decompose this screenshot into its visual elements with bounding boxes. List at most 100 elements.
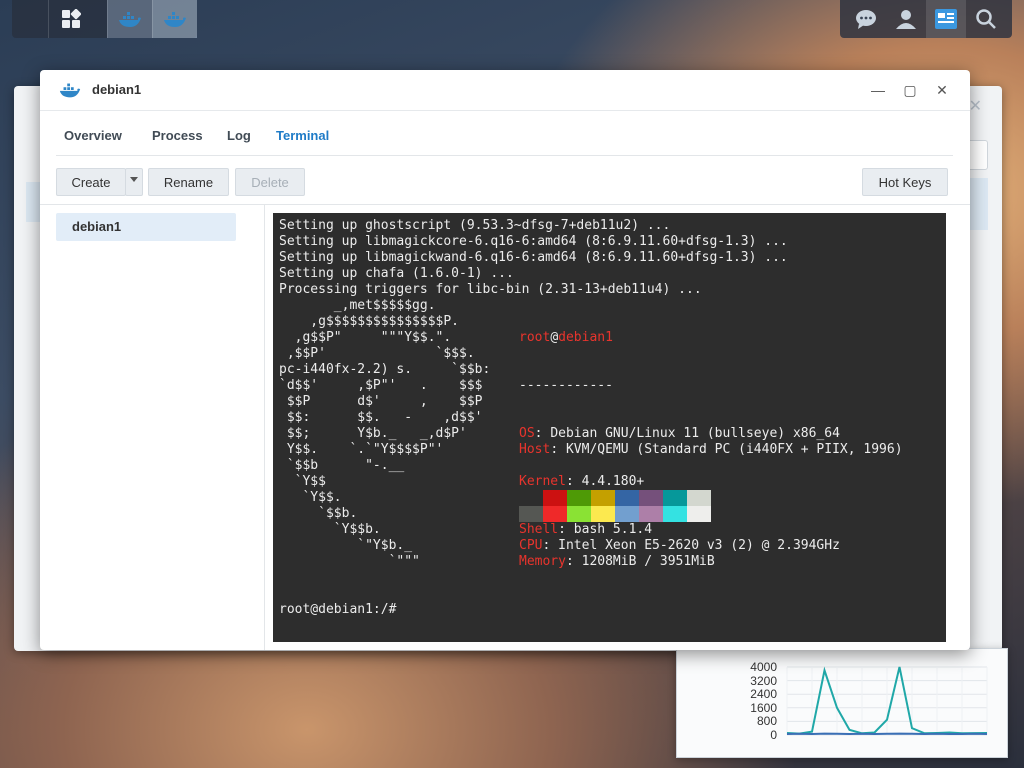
- tab-log[interactable]: Log: [227, 128, 251, 143]
- terminal-toolbar: Create Rename Delete Hot Keys: [56, 168, 949, 196]
- logo-line: `$$b "-.__: [279, 458, 405, 473]
- palette-swatch: [663, 506, 687, 522]
- hot-keys-button[interactable]: Hot Keys: [862, 168, 948, 196]
- info-value: Debian GNU/Linux 11 (bullseye) x86_64: [550, 426, 840, 441]
- palette-swatch: [567, 490, 591, 506]
- palette-swatch: [687, 490, 711, 506]
- notifications-button[interactable]: [846, 0, 886, 38]
- chat-icon: [856, 10, 876, 29]
- logo-line: `d$$' ,$P"' . $$$: [279, 378, 483, 393]
- close-icon[interactable]: ✕: [969, 96, 982, 116]
- terminal-screen[interactable]: Setting up ghostscript (9.53.3~dfsg-7+de…: [273, 213, 946, 642]
- session-item-debian1[interactable]: debian1: [56, 213, 236, 241]
- taskbar-app-container-active[interactable]: [152, 0, 197, 38]
- user-host-line: root@debian1: [519, 330, 613, 345]
- palette-swatch: [615, 506, 639, 522]
- palette-swatch: [519, 490, 543, 506]
- delete-button[interactable]: Delete: [235, 168, 305, 196]
- create-button[interactable]: Create: [56, 168, 126, 196]
- info-value: bash 5.1.4: [573, 522, 653, 537]
- info-key: Host: [519, 442, 551, 457]
- terminal-output-lines: Setting up ghostscript (9.53.3~dfsg-7+de…: [279, 218, 788, 298]
- color-palette: [519, 490, 711, 522]
- caret-down-icon: [130, 176, 138, 182]
- logo-line: `Y$$.: [279, 490, 342, 505]
- palette-swatch: [663, 490, 687, 506]
- user-name: root: [519, 330, 551, 345]
- minimize-button[interactable]: —: [868, 80, 888, 100]
- info-value: KVM/QEMU (Standard PC (i440FX + PIIX, 19…: [565, 442, 903, 457]
- resource-monitor-widget: 4000 3200 2400 1600 800 0: [676, 648, 1008, 758]
- logo-line: `Y$$: [279, 474, 326, 489]
- terminal-line: Setting up chafa (1.6.0-1) ...: [279, 266, 514, 281]
- shell-prompt: root@debian1:/#: [279, 602, 397, 617]
- terminal-line: Setting up libmagickwand-6.q16-6:amd64 (…: [279, 250, 788, 265]
- logo-line: `"Y$b._: [279, 538, 413, 553]
- tab-terminal[interactable]: Terminal: [276, 128, 329, 143]
- neofetch-logo: _,met$$$$$gg. ,g$$$$$$$$$$$$$$$P. ,g$$P"…: [279, 298, 490, 570]
- maximize-button[interactable]: ▢: [900, 80, 920, 100]
- info-row: Host: KVM/QEMU (Standard PC (i440FX + PI…: [519, 442, 903, 457]
- info-row: Memory: 1208MiB / 3951MiB: [519, 554, 715, 569]
- terminal-line: Processing triggers for libc-bin (2.31-1…: [279, 282, 702, 297]
- main-menu-button-grid[interactable]: [48, 0, 93, 38]
- logo-line: $$P d$' , $$P: [279, 394, 483, 409]
- palette-swatch: [543, 490, 567, 506]
- info-row: CPU: Intel Xeon E5-2620 v3 (2) @ 2.394GH…: [519, 538, 840, 553]
- docker-whale-icon: [119, 12, 141, 27]
- terminal-session-list: debian1: [40, 205, 265, 650]
- logo-line: pc-i440fx-2.2) s. `$$b:: [279, 362, 491, 377]
- main-menu-button[interactable]: [12, 0, 48, 38]
- logo-line: ,g$$P" """Y$$.".: [279, 330, 452, 345]
- search-button[interactable]: [966, 0, 1006, 38]
- info-key: Shell: [519, 522, 559, 537]
- search-icon: [976, 9, 996, 29]
- widgets-icon: [935, 9, 957, 29]
- grid-icon: [62, 9, 81, 28]
- user-icon: [896, 10, 916, 29]
- window-titlebar[interactable]: debian1 — ▢ ✕: [40, 70, 970, 111]
- palette-swatch: [639, 490, 663, 506]
- info-value: 4.4.180+: [581, 474, 645, 489]
- logo-line: $$: $$. - ,d$$': [279, 410, 483, 425]
- logo-line: `Y$$b.: [279, 522, 381, 537]
- widgets-button[interactable]: [926, 0, 966, 38]
- create-dropdown-button[interactable]: [125, 168, 143, 196]
- palette-swatch: [615, 490, 639, 506]
- info-row: OS: Debian GNU/Linux 11 (bullseye) x86_6…: [519, 426, 840, 441]
- taskbar-app-container-manager[interactable]: [107, 0, 152, 38]
- palette-swatch: [543, 506, 567, 522]
- taskbar-left: [12, 0, 197, 38]
- info-key: Kernel: [519, 474, 566, 489]
- info-key: Memory: [519, 554, 566, 569]
- neofetch-info: root@debian1 ------------ OS: Debian GNU…: [519, 298, 903, 602]
- tab-overview[interactable]: Overview: [64, 128, 122, 143]
- logo-line: ,g$$$$$$$$$$$$$$$P.: [279, 314, 460, 329]
- terminal-line: Setting up ghostscript (9.53.3~dfsg-7+de…: [279, 218, 671, 233]
- tab-bar: Overview Process Log Terminal: [56, 118, 953, 156]
- palette-swatch: [519, 506, 543, 522]
- palette-swatch: [687, 506, 711, 522]
- logo-line: `$$b.: [279, 506, 358, 521]
- host-name: debian1: [558, 330, 613, 345]
- terminal-line: Setting up libmagickcore-6.q16-6:amd64 (…: [279, 234, 788, 249]
- info-row: Kernel: 4.4.180+: [519, 474, 645, 489]
- container-detail-window: debian1 — ▢ ✕ Overview Process Log Termi…: [40, 70, 970, 650]
- palette-swatch: [639, 506, 663, 522]
- palette-swatch: [567, 506, 591, 522]
- logo-line: $$; Y$b._ _,d$P': [279, 426, 467, 441]
- info-key: OS: [519, 426, 535, 441]
- rename-button[interactable]: Rename: [148, 168, 229, 196]
- user-button[interactable]: [886, 0, 926, 38]
- info-separator: ------------: [519, 378, 613, 393]
- close-button[interactable]: ✕: [932, 80, 952, 100]
- logo-line: `""": [279, 554, 420, 569]
- docker-whale-icon: [164, 12, 186, 27]
- info-row: Shell: bash 5.1.4: [519, 522, 653, 537]
- window-title: debian1: [92, 82, 142, 97]
- tab-process[interactable]: Process: [152, 128, 203, 143]
- logo-line: _,met$$$$$gg.: [279, 298, 436, 313]
- palette-swatch: [591, 506, 615, 522]
- info-value: Intel Xeon E5-2620 v3 (2) @ 2.394GHz: [558, 538, 840, 553]
